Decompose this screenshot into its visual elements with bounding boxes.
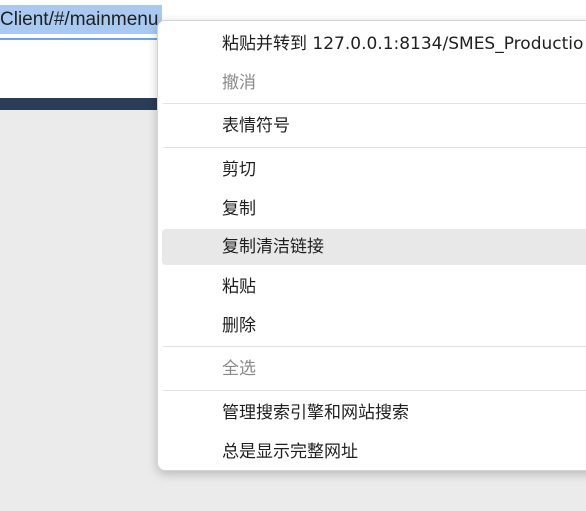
menu-item-cut[interactable]: 剪切	[162, 152, 586, 188]
menu-item-paste-and-go[interactable]: 粘贴并转到 127.0.0.1:8134/SMES_Productio	[162, 26, 586, 62]
menu-item-emoji[interactable]: 表情符号	[162, 108, 586, 144]
menu-item-paste[interactable]: 粘贴	[162, 269, 586, 305]
menu-item-undo[interactable]: 撤消	[162, 65, 586, 101]
menu-item-always-show-full-url[interactable]: 总是显示完整网址	[162, 434, 586, 470]
menu-item-copy[interactable]: 复制	[162, 191, 586, 227]
menu-item-copy-clean-link[interactable]: 复制清洁链接	[162, 229, 586, 265]
menu-separator	[163, 390, 586, 391]
menu-item-manage-search-engines[interactable]: 管理搜索引擎和网站搜索	[162, 395, 586, 431]
browser-viewport: Client/#/mainmenu 粘贴并转到 127.0.0.1:8134/S…	[0, 0, 586, 511]
menu-item-select-all[interactable]: 全选	[162, 351, 586, 387]
menu-separator	[163, 103, 586, 104]
menu-separator	[163, 147, 586, 148]
address-bar-url-selected[interactable]: Client/#/mainmenu	[0, 5, 163, 34]
menu-item-delete[interactable]: 删除	[162, 308, 586, 344]
menu-separator	[163, 346, 586, 347]
context-menu: 粘贴并转到 127.0.0.1:8134/SMES_Productio 撤消 表…	[157, 20, 586, 471]
